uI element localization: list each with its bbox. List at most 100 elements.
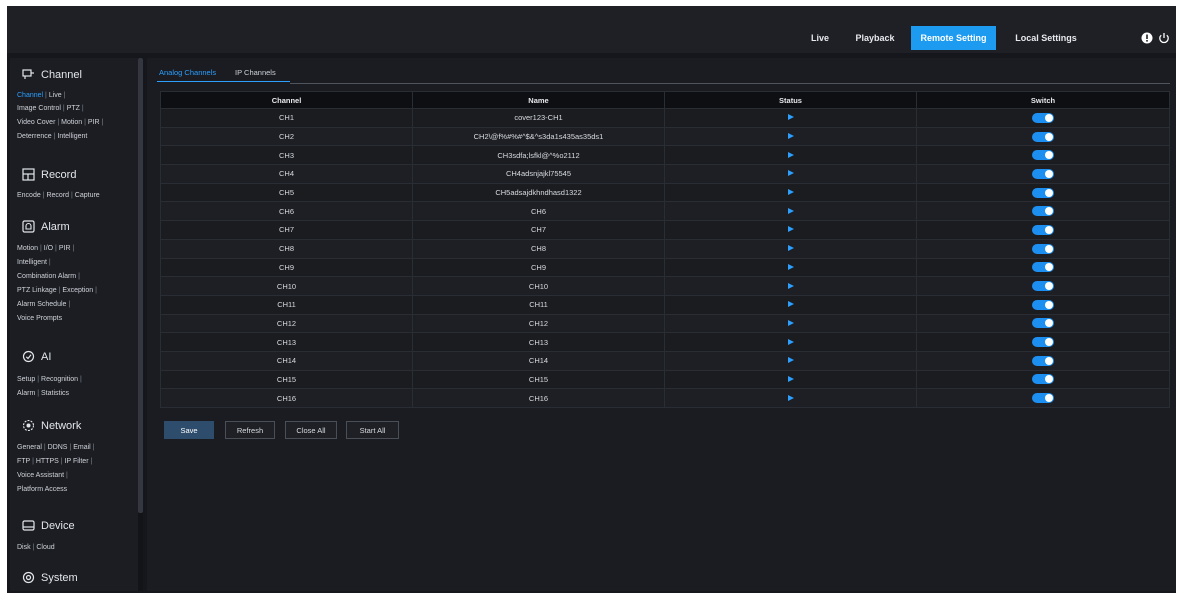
play-icon[interactable] <box>787 357 794 364</box>
play-icon[interactable] <box>787 282 794 289</box>
channel-switch-toggle[interactable] <box>1032 374 1054 385</box>
close-all-button[interactable]: Close All <box>285 421 337 439</box>
ai-icon <box>22 350 35 363</box>
sidebar-item-motion[interactable]: Motion <box>61 119 82 126</box>
channel-switch-toggle[interactable] <box>1032 168 1054 179</box>
sidebar-item-statistics[interactable]: Statistics <box>41 390 69 397</box>
sidebar-item-setup[interactable]: Setup <box>17 376 35 383</box>
channel-switch-toggle[interactable] <box>1032 150 1054 161</box>
nav-playback[interactable]: Playback <box>853 26 897 50</box>
sidebar-section-label: AI <box>41 350 52 363</box>
channel-cell: CH12 <box>160 313 413 334</box>
sidebar-item-encode[interactable]: Encode <box>17 192 41 199</box>
name-cell: CH13 <box>412 332 665 352</box>
sidebar-item-io[interactable]: I/O <box>44 245 53 252</box>
sidebar-item-https[interactable]: HTTPS <box>36 458 59 465</box>
play-icon[interactable] <box>787 263 794 270</box>
sidebar-section-device[interactable]: Device <box>22 519 75 532</box>
sidebar-item-email[interactable]: Email <box>73 444 91 451</box>
channel-switch-toggle[interactable] <box>1032 262 1054 273</box>
sidebar-item-voice-prompts[interactable]: Voice Prompts <box>17 315 62 322</box>
play-icon[interactable] <box>787 189 794 196</box>
sidebar-item-live[interactable]: Live <box>49 92 62 99</box>
sidebar-item-capture[interactable]: Capture <box>75 192 100 199</box>
sidebar-item-ptz[interactable]: PTZ <box>67 105 80 112</box>
sidebar-item-alarm-intelligent[interactable]: Intelligent <box>17 259 47 266</box>
tab-ip-channels[interactable]: IP Channels <box>235 68 276 77</box>
sidebar-item-image-control[interactable]: Image Control <box>17 105 61 112</box>
sidebar-item-alarm-pir[interactable]: PIR <box>59 245 71 252</box>
channel-switch-toggle[interactable] <box>1032 393 1054 404</box>
play-icon[interactable] <box>787 375 794 382</box>
sidebar-item-ai-alarm[interactable]: Alarm <box>17 390 35 397</box>
sidebar-scrollbar-thumb[interactable] <box>138 58 143 513</box>
table-row: CH12 CH12 <box>160 313 1170 334</box>
refresh-button[interactable]: Refresh <box>225 421 275 439</box>
sidebar-item-ip-filter[interactable]: IP Filter <box>65 458 89 465</box>
channel-switch-toggle[interactable] <box>1032 299 1054 310</box>
sidebar-item-record[interactable]: Record <box>46 192 69 199</box>
sidebar-item-alarm-schedule[interactable]: Alarm Schedule <box>17 301 66 308</box>
sidebar-section-system[interactable]: System <box>22 571 78 584</box>
power-icon[interactable] <box>1158 32 1170 44</box>
sidebar-item-deterrence[interactable]: Deterrence <box>17 133 52 140</box>
play-icon[interactable] <box>787 133 794 140</box>
sidebar-item-cloud[interactable]: Cloud <box>36 544 54 551</box>
table-row: CH3 CH3sdfa;lsfkl@^%o2112 <box>160 145 1170 166</box>
sidebar-section-network[interactable]: Network <box>22 419 81 432</box>
sidebar-item-ddns[interactable]: DDNS <box>48 444 68 451</box>
sidebar-section-label: System <box>41 571 78 584</box>
sidebar-item-ptz-linkage[interactable]: PTZ Linkage <box>17 287 57 294</box>
play-icon[interactable] <box>787 245 794 252</box>
sidebar-item-recognition[interactable]: Recognition <box>41 376 78 383</box>
channel-switch-toggle[interactable] <box>1032 337 1054 348</box>
channel-switch-toggle[interactable] <box>1032 318 1054 329</box>
tab-analog-channels[interactable]: Analog Channels <box>159 68 216 77</box>
nav-local-settings[interactable]: Local Settings <box>1010 26 1082 50</box>
play-icon[interactable] <box>787 207 794 214</box>
sidebar-item-voice-assistant[interactable]: Voice Assistant <box>17 472 64 479</box>
sidebar-item-combination-alarm[interactable]: Combination Alarm <box>17 273 76 280</box>
sidebar-item-pir[interactable]: PIR <box>88 119 100 126</box>
nav-remote-setting[interactable]: Remote Setting <box>911 26 996 50</box>
play-icon[interactable] <box>787 114 794 121</box>
sidebar-item-exception[interactable]: Exception <box>62 287 93 294</box>
sidebar-item-general[interactable]: General <box>17 444 42 451</box>
play-icon[interactable] <box>787 151 794 158</box>
table-row: CH4 CH4adsnjajkl75545 <box>160 164 1170 184</box>
channel-switch-toggle[interactable] <box>1032 206 1054 217</box>
sidebar-section-ai[interactable]: AI <box>22 350 51 363</box>
channel-cell: CH11 <box>160 294 413 315</box>
sidebar-item-video-cover[interactable]: Video Cover <box>17 119 55 126</box>
channel-cell: CH7 <box>160 220 413 240</box>
save-button[interactable]: Save <box>164 421 214 439</box>
sidebar-section-alarm[interactable]: Alarm <box>22 220 70 233</box>
sidebar-item-alarm-motion[interactable]: Motion <box>17 245 38 252</box>
play-icon[interactable] <box>787 170 794 177</box>
table-row: CH5 CH5adsajdkhndhasd1322 <box>160 182 1170 203</box>
sidebar-item-disk[interactable]: Disk <box>17 544 31 551</box>
sidebar-item-channel[interactable]: Channel <box>17 92 43 99</box>
nav-live[interactable]: Live <box>807 26 833 50</box>
sidebar-section-channel[interactable]: Channel <box>22 68 82 81</box>
channel-switch-toggle[interactable] <box>1032 187 1054 198</box>
sidebar-item-ftp[interactable]: FTP <box>17 458 30 465</box>
play-icon[interactable] <box>787 301 794 308</box>
play-icon[interactable] <box>787 394 794 401</box>
play-icon[interactable] <box>787 338 794 345</box>
status-cell <box>664 220 917 240</box>
info-icon[interactable] <box>1141 32 1153 44</box>
sidebar-item-platform-access[interactable]: Platform Access <box>17 486 67 493</box>
table-row: CH6 CH6 <box>160 201 1170 222</box>
sidebar-item-intelligent[interactable]: Intelligent <box>57 133 87 140</box>
play-icon[interactable] <box>787 319 794 326</box>
channel-switch-toggle[interactable] <box>1032 224 1054 235</box>
channel-switch-toggle[interactable] <box>1032 355 1054 366</box>
play-icon[interactable] <box>787 226 794 233</box>
channel-switch-toggle[interactable] <box>1032 112 1054 123</box>
channel-switch-toggle[interactable] <box>1032 243 1054 254</box>
channel-switch-toggle[interactable] <box>1032 131 1054 142</box>
start-all-button[interactable]: Start All <box>346 421 399 439</box>
sidebar-section-record[interactable]: Record <box>22 168 76 181</box>
channel-switch-toggle[interactable] <box>1032 281 1054 292</box>
